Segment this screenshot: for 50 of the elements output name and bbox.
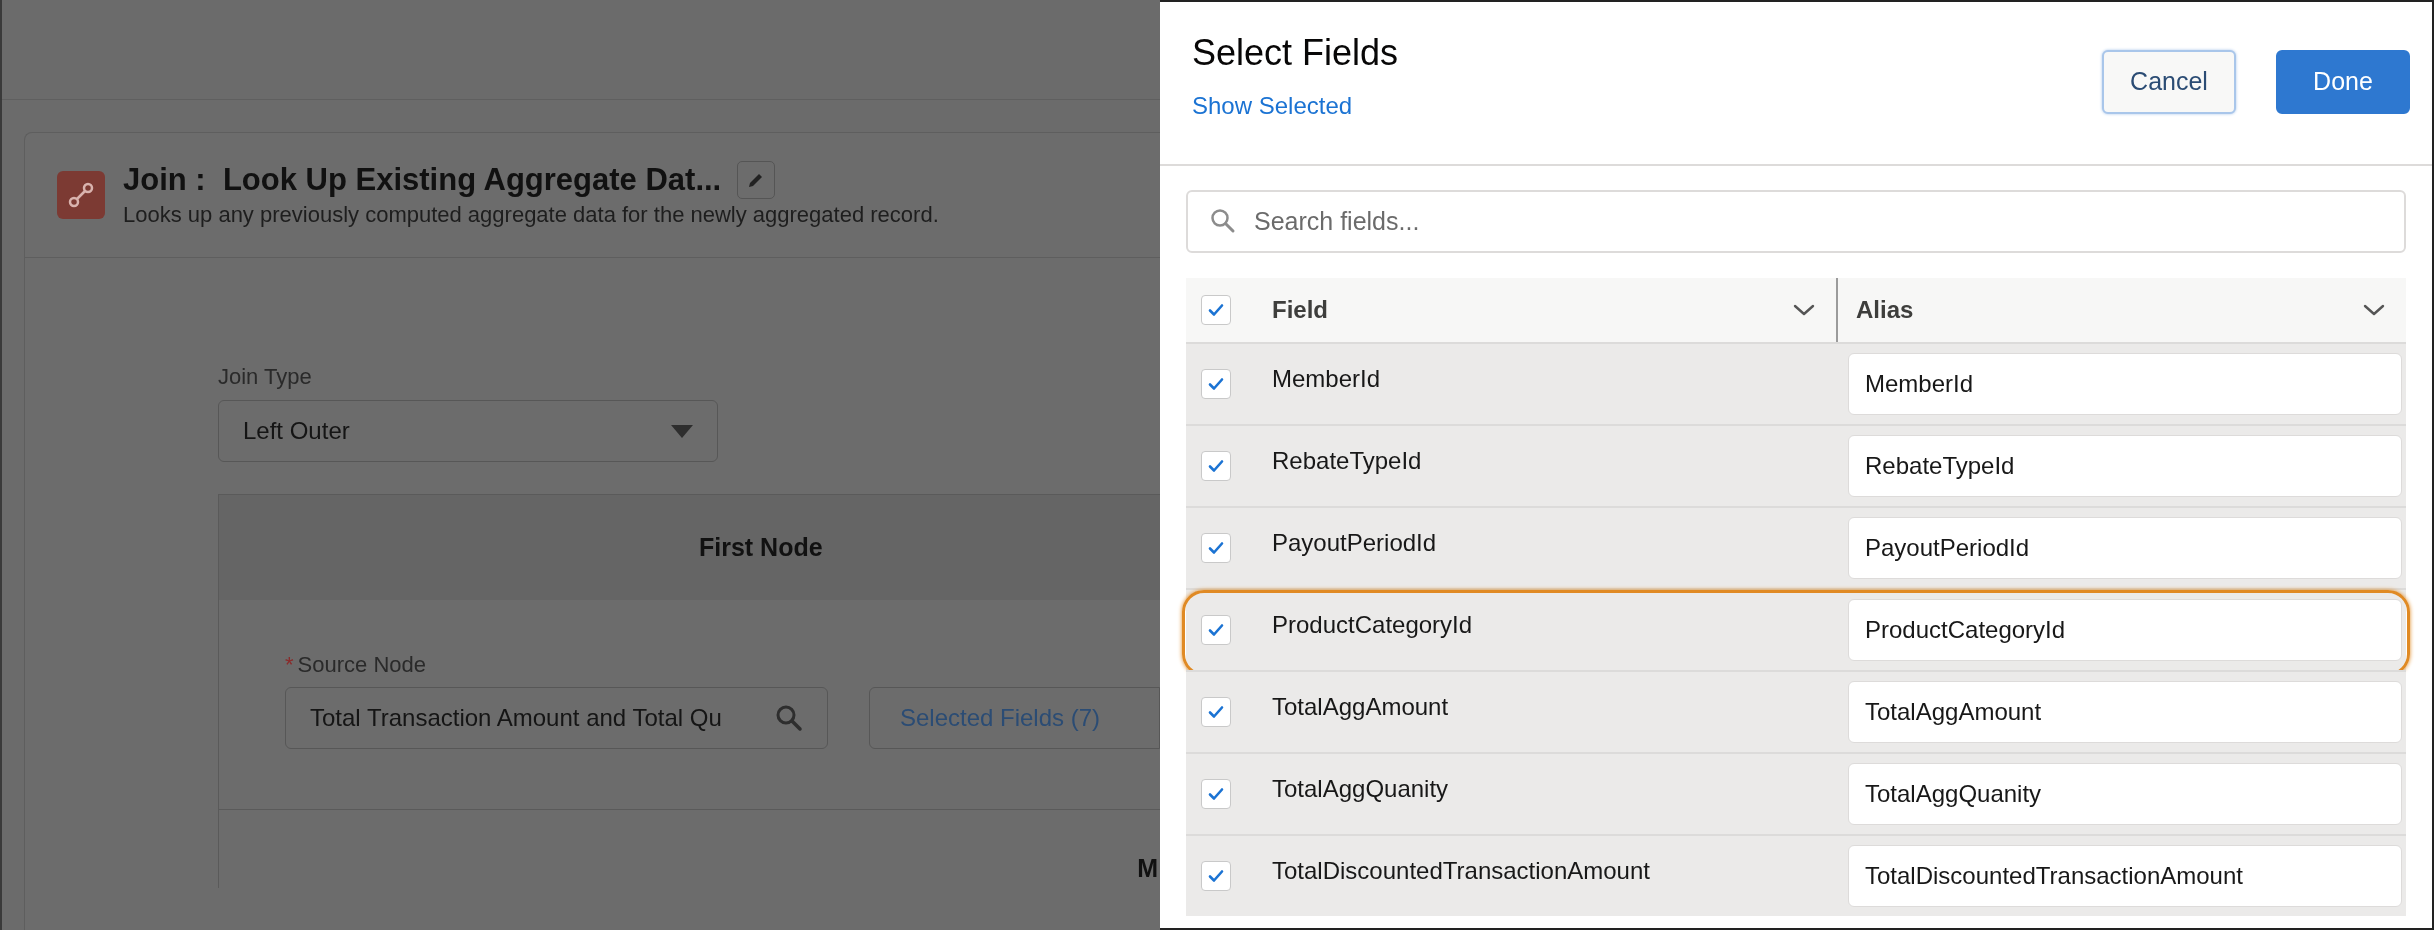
checkmark-icon [1208,459,1224,473]
checkbox[interactable] [1201,533,1231,563]
checkbox[interactable] [1201,369,1231,399]
checkmark-icon [1208,787,1224,801]
column-header[interactable]: Alias [1838,278,2406,342]
field-name: ProductCategoryId [1272,611,1473,638]
field-label: Join Type [218,363,313,391]
checkmark-icon [1208,377,1224,391]
checkmark-icon [1208,541,1224,555]
checkmark-icon [1208,705,1224,719]
node-title: Join : Look Up Existing Aggregate Dat... [123,161,722,199]
alias-field[interactable]: ProductCategoryId [1848,599,2402,661]
cancel-button[interactable]: Cancel [2102,50,2236,114]
field-label: Source Node [297,651,426,679]
search-field[interactable]: Search fields... [1186,190,2406,253]
checkbox[interactable] [1201,779,1231,809]
alias-field[interactable]: TotalAggAmount [1848,681,2402,743]
checkmark-icon [1208,869,1224,883]
checkbox[interactable] [1201,697,1231,727]
done-button[interactable]: Done [2276,50,2410,114]
section-header: First Node [219,495,1160,600]
checkbox[interactable] [1201,295,1231,325]
search-icon [1210,208,1236,234]
field-name: PayoutPeriodId [1272,529,1437,556]
checkbox[interactable] [1201,615,1231,645]
join-node-icon [57,171,105,219]
field-name: MemberId [1272,365,1381,392]
alias-field[interactable]: TotalDiscountedTransactionAmount [1848,845,2402,907]
field-name: RebateTypeId [1272,447,1422,474]
alias-field[interactable]: TotalAggQuanity [1848,763,2402,825]
checkbox[interactable] [1201,451,1231,481]
alias-field[interactable]: PayoutPeriodId [1848,517,2402,579]
edit-button[interactable] [737,161,776,199]
checkbox[interactable] [1201,861,1231,891]
section-title: M [1137,853,1158,884]
field-name: TotalAggQuanity [1272,775,1449,802]
field-name: TotalDiscountedTransactionAmount [1272,857,1650,884]
checkmark-icon [1208,623,1224,637]
alias-field[interactable]: MemberId [1848,353,2402,415]
field-name: TotalAggAmount [1272,693,1449,720]
dialog-title: Select Fields [1192,31,1399,75]
chevron-down-icon[interactable] [2362,303,2386,317]
alias-field[interactable]: RebateTypeId [1848,435,2402,497]
chevron-down-icon[interactable] [1792,303,1816,317]
show-selected-link[interactable]: Show Selected [1192,88,1399,124]
checkmark-icon [1208,303,1224,317]
search-icon [774,704,803,732]
node-description: Looks up any previously computed aggregate data for the newly aggregated record. [123,201,939,229]
required-asterisk: * [285,651,294,679]
dropdown-triangle-icon [671,424,693,438]
